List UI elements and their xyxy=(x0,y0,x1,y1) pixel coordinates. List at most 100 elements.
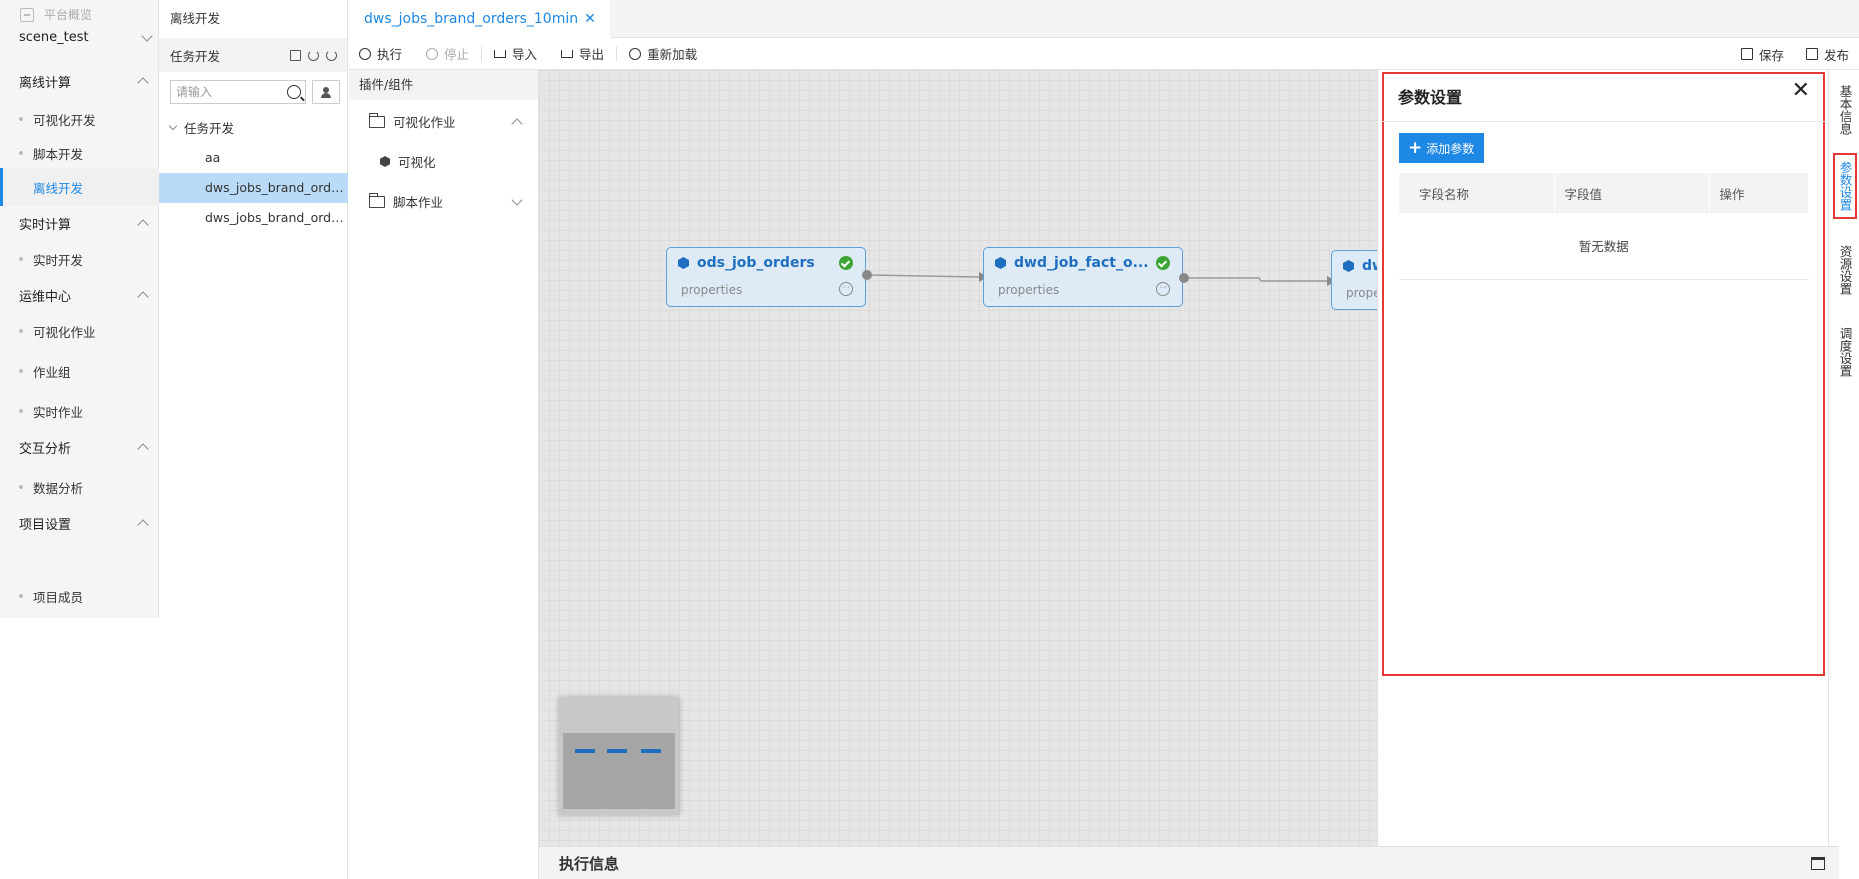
task-tree-panel: 离线开发 任务开发 任务开发 aa dws_jobs_brand_orders_… xyxy=(159,0,348,879)
nav-item-script-dev[interactable]: 脚本开发 xyxy=(0,134,159,172)
empty-state: 暂无数据 xyxy=(1399,213,1809,280)
export-button[interactable]: 导出 xyxy=(561,44,604,63)
col-field-value: 字段值 xyxy=(1554,173,1710,213)
nav-overview-label: 平台概览 xyxy=(44,8,93,22)
tree-search-box xyxy=(170,80,306,104)
nav-item-data-analysis[interactable]: 数据分析 xyxy=(0,468,159,506)
nav-group-realtime[interactable]: 实时计算 xyxy=(0,204,159,242)
nav-item-realtime-dev[interactable]: 实时开发 xyxy=(0,240,159,278)
job-node[interactable]: ods_job_orders properties ··· xyxy=(666,247,866,307)
exec-info-title: 执行信息 xyxy=(559,854,620,873)
chevron-up-icon xyxy=(137,291,149,303)
nav-item-visual-dev[interactable]: 可视化开发 xyxy=(0,100,159,138)
components-header: 插件/组件 xyxy=(349,70,538,100)
user-filter-button[interactable] xyxy=(312,80,340,104)
chevron-down-icon xyxy=(168,121,178,130)
cube-icon xyxy=(380,156,390,167)
nav-item-project-members[interactable]: 项目成员 xyxy=(0,577,159,615)
tree-section-bar: 任务开发 xyxy=(159,38,347,72)
tree-folder-task-dev[interactable]: 任务开发 xyxy=(168,118,234,137)
project-selector[interactable]: scene_test xyxy=(19,29,153,45)
sync-icon[interactable] xyxy=(308,49,319,61)
minimap-viewport[interactable] xyxy=(563,733,675,809)
job-node[interactable]: dwd_job_fact_o... properties ··· xyxy=(983,247,1183,307)
tree-header: 离线开发 xyxy=(170,11,221,26)
more-icon[interactable]: ··· xyxy=(1156,282,1170,296)
tree-node[interactable]: dws_jobs_brand_orders_1h xyxy=(159,203,348,233)
nav-overview[interactable]: 平台概览 xyxy=(20,6,92,23)
tree-search-input[interactable] xyxy=(176,85,276,99)
project-name: scene_test xyxy=(19,30,89,45)
check-icon xyxy=(839,256,853,270)
tree-node[interactable]: aa xyxy=(159,143,348,173)
chevron-up-icon xyxy=(137,219,149,231)
folder-icon xyxy=(368,192,385,208)
add-param-button[interactable]: + 添加参数 xyxy=(1399,133,1485,163)
nav-group-project-settings[interactable]: 项目设置 xyxy=(0,504,159,542)
output-port[interactable] xyxy=(1179,273,1189,283)
nav-item-visual-jobs[interactable]: 可视化作业 xyxy=(0,312,159,350)
tab-schedule-settings[interactable]: 调度设置 xyxy=(1834,320,1856,384)
search-icon[interactable] xyxy=(287,85,301,99)
upload-icon xyxy=(561,49,574,58)
minimap-node xyxy=(607,749,627,753)
nav-group-interactive[interactable]: 交互分析 xyxy=(0,428,159,466)
component-folder-visual[interactable]: 可视化作业 xyxy=(368,112,523,131)
exec-info-bar: 执行信息 xyxy=(539,846,1839,879)
close-icon[interactable]: ✕ xyxy=(1792,80,1810,102)
editor-toolbar: 执行 停止 导入 导出 重新加载 保存 发布 xyxy=(349,38,1859,70)
maximize-icon[interactable] xyxy=(1811,857,1825,870)
param-settings-drawer: 参数设置 ✕ + 添加参数 字段名称 字段值 操作 暂无数据 xyxy=(1377,70,1828,846)
check-icon xyxy=(1156,256,1170,270)
minimap-node xyxy=(575,749,595,753)
chevron-down-icon xyxy=(511,193,523,206)
refresh-icon[interactable] xyxy=(326,49,337,61)
nav-item-job-groups[interactable]: 作业组 xyxy=(0,352,159,390)
job-node[interactable]: dw prope xyxy=(1331,250,1377,310)
chevron-up-icon xyxy=(137,443,149,455)
import-button[interactable]: 导入 xyxy=(494,44,537,63)
component-folder-script[interactable]: 脚本作业 xyxy=(368,192,523,211)
tree-node-selected[interactable]: dws_jobs_brand_orders_10min xyxy=(159,173,348,203)
save-button[interactable]: 保存 xyxy=(1740,45,1784,64)
nav-group-ops[interactable]: 运维中心 xyxy=(0,276,159,314)
save-icon xyxy=(1740,48,1753,60)
stop-button[interactable]: 停止 xyxy=(426,44,469,63)
tab-basic-info[interactable]: 基本信息 xyxy=(1834,80,1856,140)
close-icon[interactable]: ✕ xyxy=(584,11,596,27)
tab-param-settings[interactable]: 参数设置 xyxy=(1833,153,1857,219)
chevron-up-icon xyxy=(511,117,523,130)
publish-button[interactable]: 发布 xyxy=(1805,45,1849,64)
plus-icon: + xyxy=(1408,137,1423,158)
reload-button[interactable]: 重新加载 xyxy=(629,44,697,63)
editor-tab-bar: dws_jobs_brand_orders_10min ✕ xyxy=(349,0,1859,38)
minimap[interactable] xyxy=(559,697,679,815)
params-table: 字段名称 字段值 操作 暂无数据 xyxy=(1399,173,1809,280)
more-icon[interactable]: ··· xyxy=(839,282,853,296)
tree-section-title: 任务开发 xyxy=(170,48,221,64)
run-button[interactable]: 执行 xyxy=(359,44,402,63)
drawer-title: 参数设置 xyxy=(1398,88,1463,107)
new-file-icon[interactable] xyxy=(290,49,301,61)
play-icon xyxy=(359,47,371,60)
edge xyxy=(1184,277,1327,282)
minimap-node xyxy=(641,749,661,753)
workflow-canvas[interactable]: ods_job_orders properties ··· dwd_job_fa… xyxy=(539,70,1377,846)
nav-group-offline[interactable]: 离线计算 xyxy=(0,62,159,100)
cube-icon xyxy=(1343,260,1354,272)
output-port[interactable] xyxy=(862,270,872,280)
cube-icon xyxy=(678,257,689,269)
chevron-up-icon xyxy=(137,77,149,89)
user-icon xyxy=(321,86,331,98)
download-icon xyxy=(494,49,507,58)
tab-resource-settings[interactable]: 资源设置 xyxy=(1834,238,1856,302)
tab-dws-jobs-brand-orders[interactable]: dws_jobs_brand_orders_10min ✕ xyxy=(349,0,610,38)
publish-icon xyxy=(1805,48,1818,60)
component-item-visual[interactable]: 可视化 xyxy=(380,152,520,171)
col-actions: 操作 xyxy=(1709,173,1809,213)
col-field-name: 字段名称 xyxy=(1399,173,1555,213)
nav-item-offline-dev[interactable]: 离线开发 xyxy=(0,168,159,206)
left-nav: 平台概览 scene_test 离线计算 可视化开发 脚本开发 离线开发 实时计… xyxy=(0,0,159,618)
reload-icon xyxy=(629,47,642,60)
nav-item-realtime-jobs[interactable]: 实时作业 xyxy=(0,392,159,430)
